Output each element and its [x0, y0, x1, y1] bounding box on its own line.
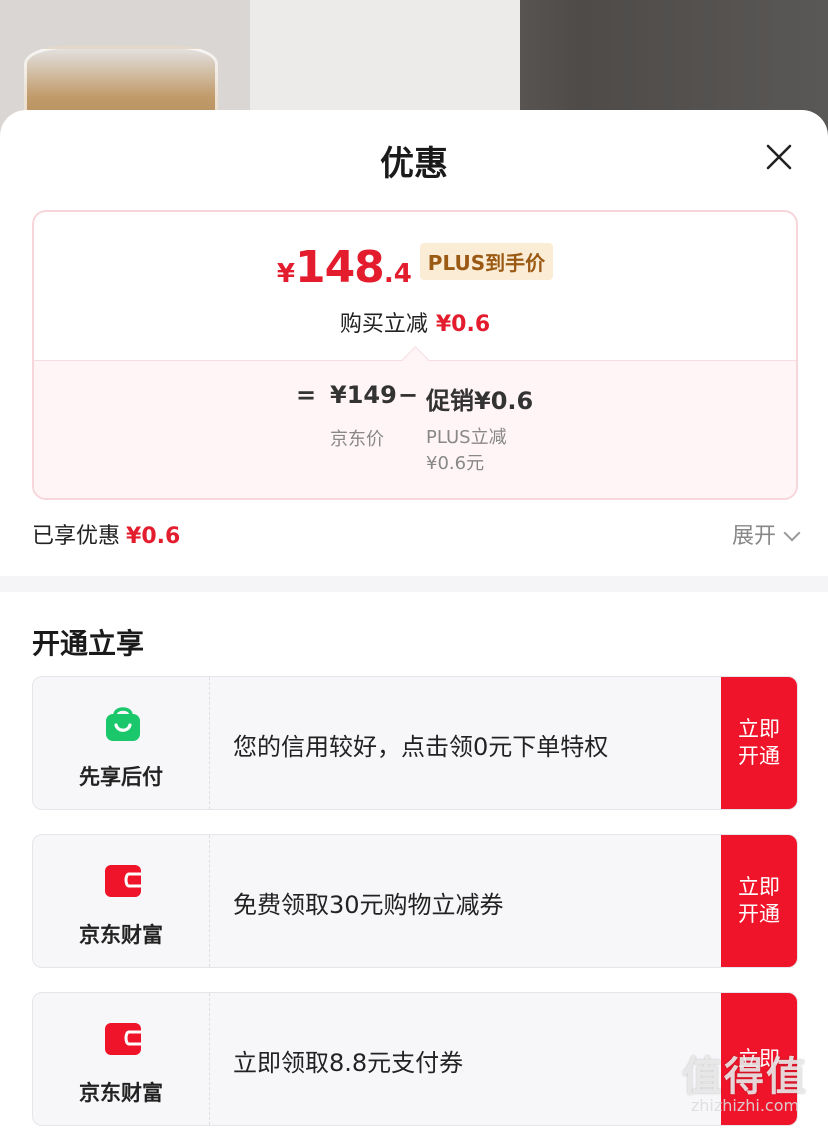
- expand-button[interactable]: 展开: [731, 518, 801, 550]
- promo-value: 促销¥0.6: [426, 387, 534, 415]
- section-divider: [0, 576, 828, 592]
- purchase-discount-label: 购买立减: [339, 312, 428, 337]
- enjoyed-discount-value: ¥0.6: [126, 524, 181, 549]
- section-title: 开通立享: [32, 627, 145, 660]
- currency-symbol: ¥: [276, 259, 295, 289]
- price-integer: 148: [294, 242, 385, 293]
- offer-brand: 京东财富: [79, 1081, 163, 1105]
- plus-price-badge: PLUS到手价: [419, 243, 554, 280]
- offer-brand-block: 京东财富: [33, 835, 210, 967]
- activate-button-label: 立即开通: [738, 875, 780, 926]
- offer-brand-block: 京东财富: [33, 993, 210, 1125]
- wallet-icon: [105, 1023, 141, 1055]
- final-price: ¥148.4 PLUS到手价: [34, 242, 796, 293]
- offer-description: 立即领取8.8元支付券: [233, 1049, 464, 1077]
- wallet-icon: [105, 865, 141, 897]
- sheet-title: 优惠: [380, 144, 448, 184]
- activate-button[interactable]: 立即开通: [721, 835, 797, 967]
- plus-discount-caption: PLUS立减 ¥0.6元: [426, 425, 546, 477]
- purchase-discount-value: ¥0.6: [435, 312, 491, 337]
- plus-discount-caption-value: ¥0.6元: [426, 453, 485, 474]
- activate-button-label: 立即开通: [738, 717, 780, 768]
- minus-sign: −: [398, 381, 419, 409]
- chevron-down-icon: [783, 524, 801, 542]
- offer-description: 您的信用较好，点击领0元下单特权: [233, 733, 609, 761]
- site-watermark: 值得值 zhizhizhi.com: [670, 1044, 820, 1124]
- equals-sign: =: [296, 381, 317, 409]
- offer-brand: 先享后付: [79, 765, 163, 789]
- discount-sheet: 优惠 ¥148.4 PLUS到手价 购买立减 ¥0.6 = ¥149 − 促销¥0.…: [0, 110, 828, 1130]
- price-summary: ¥148.4 PLUS到手价 购买立减 ¥0.6: [34, 212, 796, 360]
- enjoyed-discount-label: 已享优惠: [32, 524, 121, 549]
- watermark-url: zhizhizhi.com: [690, 1096, 800, 1115]
- expand-label: 展开: [731, 524, 776, 549]
- price-decimal: .4: [383, 259, 412, 289]
- shopping-bag-icon: [106, 707, 140, 741]
- price-formula: = ¥149 − 促销¥0.6 京东价 PLUS立减 ¥0.6元: [34, 360, 796, 498]
- offer-brand: 京东财富: [79, 923, 163, 947]
- enjoyed-discount: 已享优惠 ¥0.6: [32, 518, 180, 550]
- offer-description: 免费领取30元购物立减券: [233, 891, 504, 919]
- close-icon[interactable]: [762, 140, 796, 174]
- offer-card[interactable]: 京东财富 免费领取30元购物立减券 立即开通: [32, 834, 798, 968]
- offer-brand-block: 先享后付: [33, 677, 210, 809]
- jd-price-caption: 京东价: [330, 429, 384, 450]
- formula-row: = ¥149 − 促销¥0.6: [34, 381, 796, 421]
- watermark-main: 值得值: [682, 1054, 808, 1100]
- jd-price-value: ¥149: [330, 381, 397, 409]
- price-breakdown-card: ¥148.4 PLUS到手价 购买立减 ¥0.6 = ¥149 − 促销¥0.6 京…: [32, 210, 798, 500]
- purchase-discount-line: 购买立减 ¥0.6: [34, 306, 796, 338]
- offer-card[interactable]: 先享后付 您的信用较好，点击领0元下单特权 立即开通: [32, 676, 798, 810]
- activate-button[interactable]: 立即开通: [721, 677, 797, 809]
- plus-discount-caption-label: PLUS立减: [426, 427, 507, 448]
